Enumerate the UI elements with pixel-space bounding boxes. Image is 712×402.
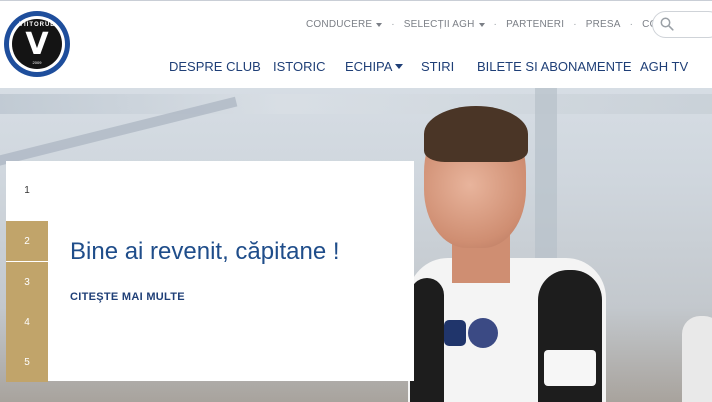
read-more-link[interactable]: CITEŞTE MAI MULTE — [70, 291, 185, 303]
nav-separator: · — [493, 19, 498, 30]
main-nav-bilete[interactable]: BILETE SI ABONAMENTE — [477, 59, 632, 74]
top-nav-selectii[interactable]: SELECȚII AGH — [404, 19, 485, 30]
logo-letter: V — [25, 27, 49, 62]
search-icon — [660, 17, 674, 31]
search-input[interactable] — [652, 11, 712, 38]
main-nav-stiri[interactable]: STIRI — [421, 59, 454, 74]
player-sleeve-left — [410, 278, 444, 402]
main-nav: DESPRE CLUB ISTORIC ECHIPA STIRI BILETE … — [0, 59, 712, 77]
slider-tab-1[interactable]: 1 — [6, 161, 48, 219]
main-nav-istoric[interactable]: ISTORIC — [273, 59, 326, 74]
slider-tab-5[interactable]: 5 — [6, 342, 48, 382]
main-nav-agh-tv[interactable]: AGH TV — [640, 59, 688, 74]
top-nav-conducere[interactable]: CONDUCERE — [306, 19, 383, 30]
chevron-down-icon — [376, 22, 383, 27]
background-person — [682, 316, 712, 402]
main-nav-echipa[interactable]: ECHIPA — [345, 59, 404, 74]
slide-card — [6, 161, 414, 381]
nav-separator: · — [391, 19, 395, 30]
main-nav-label: ECHIPA — [345, 59, 393, 74]
top-nav-presa[interactable]: PRESA — [586, 19, 621, 30]
slider-tab-3[interactable]: 3 — [6, 262, 48, 302]
chevron-down-icon — [478, 22, 485, 27]
top-nav-label: CONDUCERE — [306, 19, 373, 30]
slider-tab-4[interactable]: 4 — [6, 302, 48, 342]
nav-separator: · — [573, 19, 577, 30]
shirt-crest — [444, 320, 466, 346]
slider-tabs: 1 2 3 4 5 — [6, 161, 48, 382]
top-nav-label: SELECȚII AGH — [403, 19, 475, 30]
slide-title: Bine ai revenit, căpitane ! — [70, 238, 340, 265]
captain-armband — [544, 350, 596, 386]
logo-text: VIITORUL — [19, 22, 55, 28]
top-nav-parteneri[interactable]: PARTENERI — [506, 19, 564, 30]
nav-separator: · — [629, 19, 634, 30]
top-nav-label: PARTENERI — [506, 19, 565, 30]
site-header: VIITORUL V 2009 CONDUCERE · SELECȚII AGH… — [0, 0, 712, 88]
top-nav-label: PRESA — [585, 19, 621, 30]
player-hair — [424, 106, 528, 162]
chevron-down-icon — [395, 64, 404, 69]
main-nav-despre-club[interactable]: DESPRE CLUB — [169, 59, 261, 74]
stadium-stand — [0, 94, 712, 114]
shirt-badge — [468, 318, 498, 348]
top-nav: CONDUCERE · SELECȚII AGH · PARTENERI · P… — [306, 19, 691, 30]
slider-tab-2[interactable]: 2 — [6, 221, 48, 261]
